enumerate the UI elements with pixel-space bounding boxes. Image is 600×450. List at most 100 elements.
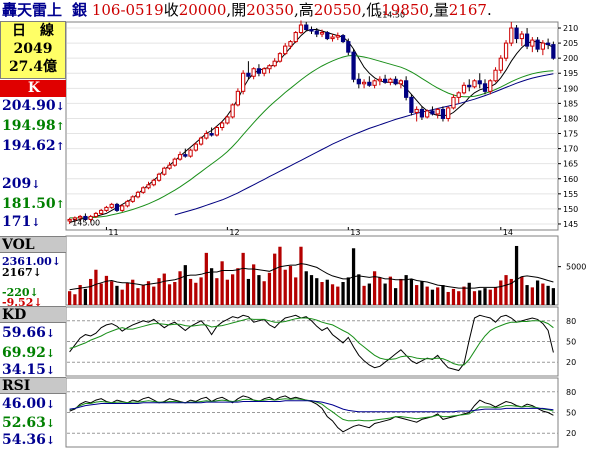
candle — [446, 107, 451, 119]
volume-bar — [393, 288, 398, 305]
candle — [67, 218, 72, 222]
candle — [246, 72, 251, 77]
candle — [209, 133, 214, 136]
volume-bar — [241, 252, 245, 305]
volume-tick-label: 5000 — [566, 263, 586, 272]
volume-bar — [299, 246, 303, 305]
candle — [467, 84, 472, 88]
close-value: 20000 — [178, 1, 227, 19]
candle — [120, 205, 125, 211]
candlestick-panel: 145 150 155 160 165 170 175 180 185 190 195 200 205 2… — [65, 10, 578, 237]
candle — [172, 158, 177, 166]
volume-bar — [283, 269, 287, 305]
volume-bar — [125, 282, 130, 305]
volume-bar — [294, 277, 298, 305]
kd-tick-label: 50 — [566, 338, 576, 347]
candle — [151, 179, 156, 186]
volume-bar — [89, 278, 93, 305]
volume-bar — [425, 286, 429, 305]
high-label: 高 — [298, 1, 314, 19]
volume-bar — [304, 271, 308, 305]
volume-bar — [120, 289, 124, 305]
low-label: 低 — [366, 1, 382, 19]
candle — [277, 53, 283, 62]
volume-bar — [499, 280, 503, 305]
volume-bar — [362, 285, 366, 305]
open-label: 開 — [231, 1, 247, 19]
volume-bar — [73, 294, 77, 305]
vol-section-label: VOL — [0, 236, 66, 253]
volume-bar — [220, 261, 224, 305]
vol-value-3: -9.52↓ — [2, 296, 43, 309]
stock-name: 轟天雷上 — [2, 1, 63, 19]
candle — [488, 80, 493, 92]
volume-bar — [257, 275, 261, 305]
volume-bar — [188, 278, 193, 305]
volume-bar — [178, 271, 182, 305]
quote-date: 106-0519 — [91, 1, 164, 19]
candle — [109, 203, 114, 208]
candle — [377, 78, 382, 82]
volume-bar — [446, 291, 450, 305]
price-tick-label: 180 — [563, 114, 578, 123]
volume-bar — [383, 283, 387, 305]
price-annotation: 145.00 — [72, 218, 100, 227]
candle — [256, 68, 262, 74]
candle — [177, 154, 183, 160]
volume-bar — [457, 291, 461, 305]
volume-bar — [267, 272, 272, 305]
volume-bar — [378, 277, 382, 305]
candle — [477, 80, 482, 85]
price-tick-label: 155 — [563, 190, 578, 199]
candle — [198, 137, 204, 145]
volume-bar — [315, 278, 319, 305]
candle — [225, 116, 230, 124]
volume-bar — [67, 291, 72, 305]
candle — [104, 206, 109, 211]
candle — [356, 78, 361, 85]
candle — [419, 108, 425, 118]
volume-bar — [409, 278, 414, 305]
k-section-label: K — [0, 80, 66, 97]
volume-bar — [183, 265, 187, 305]
volume-bar — [478, 290, 482, 305]
volume-bar — [388, 276, 393, 305]
price-tick-label: 150 — [563, 205, 578, 214]
volume-bar — [546, 285, 550, 305]
candle — [414, 108, 419, 113]
volume-value: 2167 — [448, 1, 487, 19]
candle — [114, 203, 120, 211]
candle — [167, 164, 172, 169]
candle — [219, 122, 225, 129]
low-value: 19850 — [381, 1, 429, 19]
stock-code: 2049 — [13, 41, 53, 57]
rsi-tick-label: 20 — [566, 429, 576, 438]
volume-bar — [399, 278, 403, 305]
rsi-panel: 20 50 80 — [65, 377, 576, 448]
k-value-3: 209↓ — [2, 176, 41, 192]
candle — [503, 42, 509, 59]
kd-panel: 20 50 80 — [65, 306, 576, 377]
candle — [130, 196, 135, 202]
volume-bar — [141, 285, 145, 305]
candle — [309, 29, 314, 32]
rsi-value-0: 46.00↓ — [2, 396, 56, 412]
candle — [335, 35, 340, 38]
rsi-tick-label: 50 — [566, 409, 576, 418]
volume-bar — [415, 285, 419, 305]
price-tick-label: 205 — [563, 39, 578, 48]
candle — [398, 80, 404, 85]
candle — [272, 60, 277, 67]
candle — [498, 57, 503, 71]
volume-bar — [252, 264, 256, 305]
candle — [393, 78, 398, 85]
close-label: 收 — [163, 1, 179, 19]
candle — [146, 184, 151, 189]
candle — [351, 51, 356, 80]
rsi-tick-label: 80 — [566, 388, 576, 397]
volume-bar — [173, 282, 177, 305]
candle — [361, 81, 367, 85]
candle — [204, 133, 209, 139]
candle — [382, 78, 388, 83]
volume-bar — [278, 246, 282, 305]
